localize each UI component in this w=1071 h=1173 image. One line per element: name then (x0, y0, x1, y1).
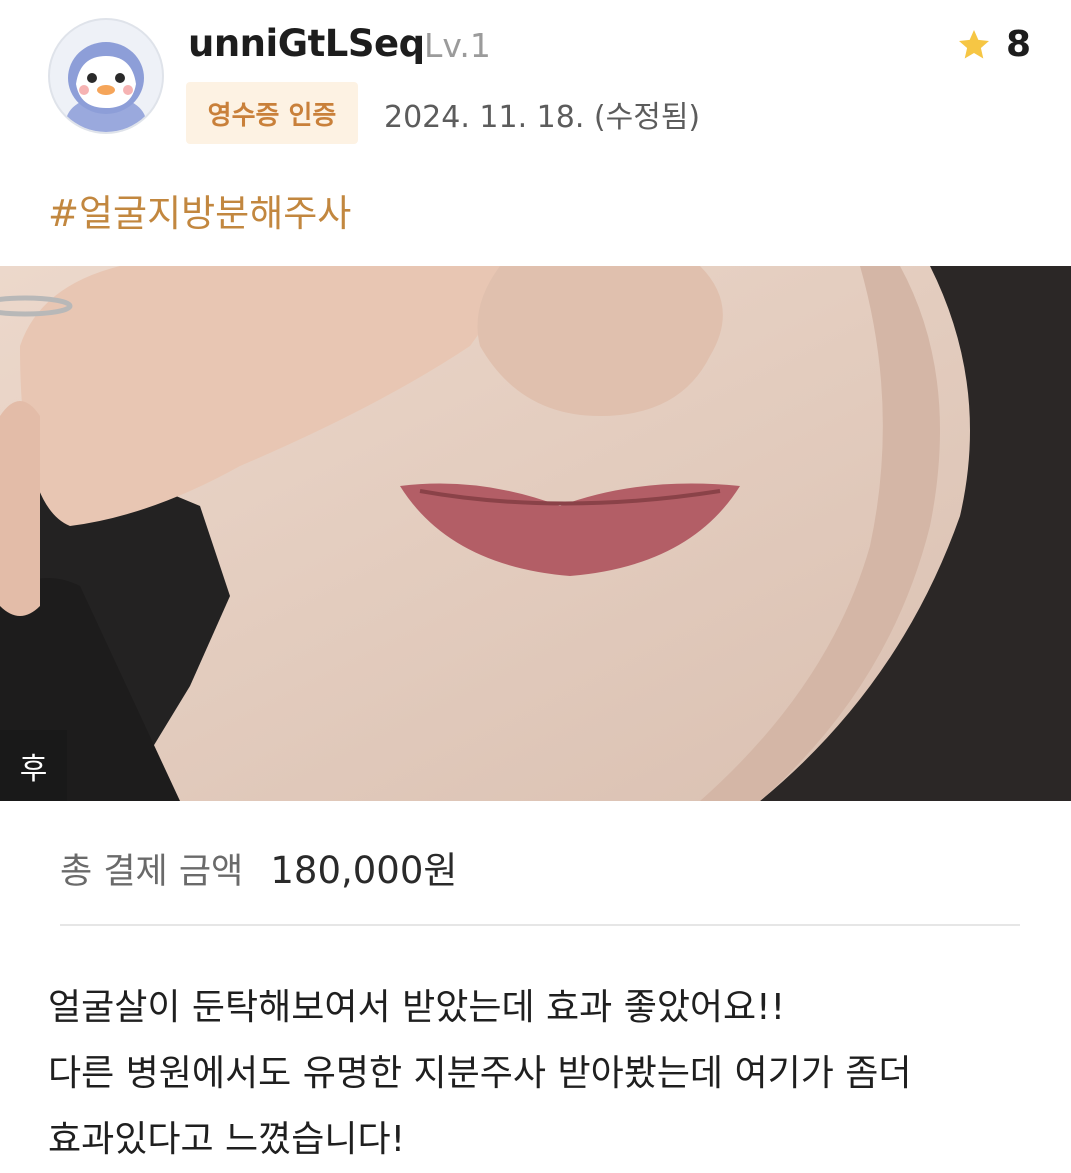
after-label: 후 (0, 730, 67, 801)
review-header: unniGtLSeq Lv.1 8 영수증 인증 2024. 11. 18. (… (0, 0, 1071, 160)
rating: 8 (956, 24, 1031, 65)
payment-label: 총 결제 금액 (60, 852, 244, 892)
star-icon (958, 29, 989, 58)
payment-amount: 180,000원 (270, 849, 458, 892)
penguin-avatar-icon[interactable] (48, 18, 164, 134)
after-label-text: 후 (19, 751, 48, 787)
review-date: 2024. 11. 18. (수정됨) (384, 100, 701, 135)
receipt-verified-badge: 영수증 인증 (186, 82, 358, 144)
divider (60, 924, 1020, 926)
user-level: Lv.1 (424, 26, 491, 65)
treatment-hashtag[interactable]: #얼굴지방분해주사 (48, 183, 351, 237)
badge-label: 영수증 인증 (207, 100, 337, 131)
review-line: 다른 병원에서도 유명한 지분주사 받아봤는데 여기가 좀더 (48, 1053, 912, 1094)
username[interactable]: unniGtLSeq (188, 22, 425, 65)
review-line: 효과있다고 느꼈습니다! (48, 1119, 406, 1160)
review-line: 얼굴살이 둔탁해보여서 받았는데 효과 좋았어요!! (48, 987, 786, 1028)
review-photo[interactable]: 후 (0, 266, 1071, 801)
review-body: 얼굴살이 둔탁해보여서 받았는데 효과 좋았어요!! 다른 병원에서도 유명한 … (48, 975, 1038, 1173)
rating-value: 8 (1005, 24, 1031, 65)
total-payment: 총 결제 금액 180,000원 (60, 840, 457, 894)
